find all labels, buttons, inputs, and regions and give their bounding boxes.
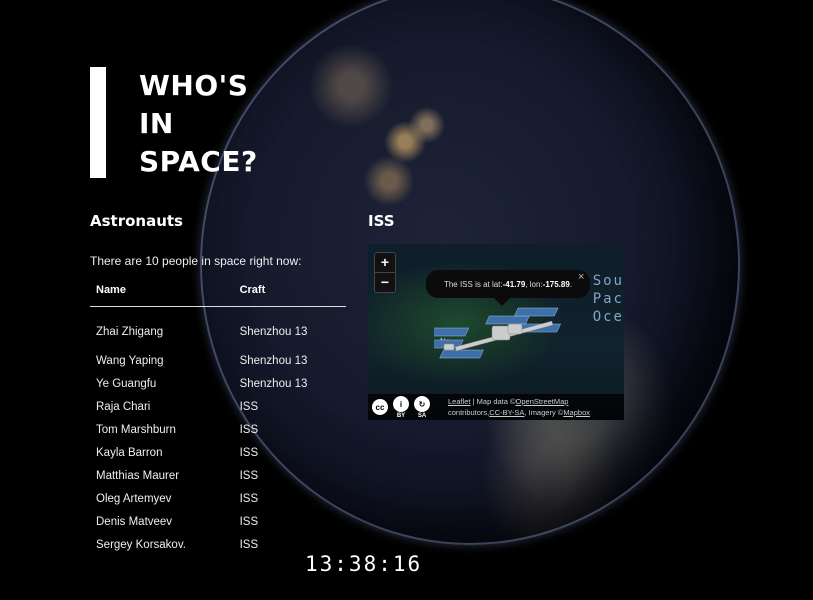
openstreetmap-link[interactable]: OpenStreetMap	[516, 397, 569, 406]
mapbox-link[interactable]: Mapbox	[563, 408, 590, 417]
astronaut-craft: ISS	[239, 423, 259, 436]
by-label: BY	[396, 413, 406, 419]
table-row: Ye Guangfu Shenzhou 13	[90, 372, 346, 395]
person-icon: i	[392, 395, 410, 413]
popup-tip	[494, 298, 510, 306]
astronaut-craft: ISS	[239, 492, 259, 505]
astronaut-name: Ye Guangfu	[96, 377, 157, 390]
iss-location-popup: The ISS is at lat: -41.79, lon: -175.89.	[426, 270, 590, 298]
astronaut-name: Tom Marshburn	[96, 423, 176, 436]
attribution-text: Leaflet | Map data ©OpenStreetMap contri…	[448, 396, 624, 418]
popup-mid-text: , lon:	[525, 279, 543, 289]
astronaut-name: Matthias Maurer	[96, 469, 180, 482]
attribution-map-data: | Map data ©	[470, 397, 516, 406]
title-line: SPACE?	[139, 145, 258, 178]
astronaut-name: Wang Yaping	[96, 354, 164, 367]
iss-map[interactable]: Sou Pac Oce Ne The ISS is at lat: -41.79…	[368, 244, 624, 420]
astronaut-craft: ISS	[239, 446, 259, 459]
leaflet-link[interactable]: Leaflet	[448, 397, 471, 406]
title-line: WHO'S	[139, 69, 249, 102]
astronaut-craft: ISS	[239, 400, 259, 413]
astronaut-craft: Shenzhou 13	[239, 326, 308, 338]
zoom-control: + −	[374, 252, 396, 293]
iss-longitude: -175.89	[542, 279, 570, 289]
popup-close-icon[interactable]: ×	[578, 271, 584, 283]
table-row: Oleg Artemyev ISS	[90, 487, 346, 510]
astronaut-name: Denis Matveev	[96, 515, 173, 528]
cc-by-sa-link[interactable]: CC-BY-SA	[489, 408, 524, 417]
astronaut-craft: ISS	[239, 469, 259, 482]
astronaut-name: Kayla Barron	[96, 446, 163, 459]
astronaut-name: Oleg Artemyev	[96, 492, 172, 505]
craft-column-header: Craft	[233, 280, 346, 307]
astronaut-name: Raja Chari	[96, 400, 151, 413]
astronaut-table: Name Craft Zhai Zhigang Shenzhou 13 Wang …	[90, 280, 346, 556]
ocean-label-line: Oce	[592, 309, 624, 325]
attribution-imagery: , Imagery ©	[524, 408, 564, 417]
astronaut-craft: Shenzhou 13	[239, 377, 308, 390]
table-row: Raja Chari ISS	[90, 395, 346, 418]
zoom-out-button[interactable]: −	[375, 272, 395, 292]
title-accent-bar	[90, 67, 106, 178]
sa-badge: ↻ SA	[413, 395, 431, 419]
zoom-in-button[interactable]: +	[375, 253, 395, 272]
people-count-text: There are 10 people in space right now:	[90, 254, 302, 268]
table-row: Kayla Barron ISS	[90, 441, 346, 464]
table-row: Tom Marshburn ISS	[90, 418, 346, 441]
iss-station-icon[interactable]	[434, 306, 574, 366]
clock: 13:38:16	[305, 552, 423, 576]
share-alike-icon: ↻	[413, 395, 431, 413]
astronauts-heading: Astronauts	[90, 212, 183, 230]
astronaut-name: Sergey Korsakov.	[96, 538, 186, 551]
iss-latitude: -41.79	[502, 279, 526, 289]
map-attribution: cc i BY ↻ SA Leaflet | Map data ©OpenStr…	[368, 394, 624, 420]
table-row: Zhai Zhigang Shenzhou 13	[90, 307, 346, 350]
page-title: WHO'S IN SPACE?	[139, 67, 309, 181]
table-row: Wang Yaping Shenzhou 13	[90, 349, 346, 372]
ocean-label-line: Pac	[592, 291, 624, 307]
attribution-contributors: contributors,	[448, 408, 490, 417]
popup-suffix-text: .	[569, 279, 573, 289]
popup-prefix-text: The ISS is at lat:	[443, 279, 503, 289]
cc-license-badge[interactable]: cc i BY ↻ SA	[371, 395, 433, 419]
table-row: Denis Matveev ISS	[90, 510, 346, 533]
astronaut-craft: Shenzhou 13	[239, 354, 308, 367]
sa-label: SA	[417, 413, 427, 419]
ocean-map-label: Sou Pac Oce	[593, 272, 624, 326]
by-badge: i BY	[392, 395, 410, 419]
table-row: Matthias Maurer ISS	[90, 464, 346, 487]
table-header-row: Name Craft	[90, 280, 346, 307]
cc-icon: cc	[371, 398, 389, 416]
iss-heading: ISS	[368, 212, 395, 230]
name-column-header: Name	[90, 280, 234, 307]
ocean-label-line: Sou	[592, 273, 624, 289]
astronaut-craft: ISS	[239, 515, 259, 528]
title-line: IN	[139, 107, 174, 140]
astronaut-name: Zhai Zhigang	[96, 326, 164, 338]
